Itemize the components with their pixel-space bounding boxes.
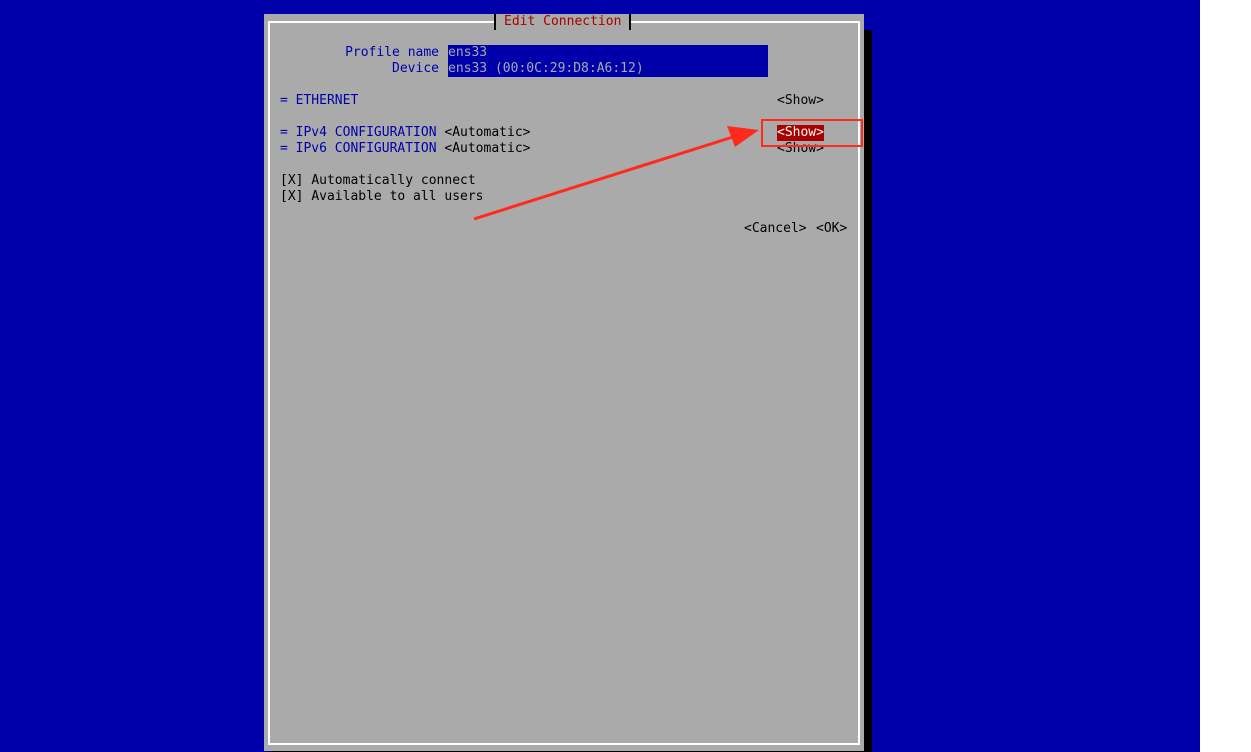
annotation-arrow-icon (473, 126, 759, 221)
